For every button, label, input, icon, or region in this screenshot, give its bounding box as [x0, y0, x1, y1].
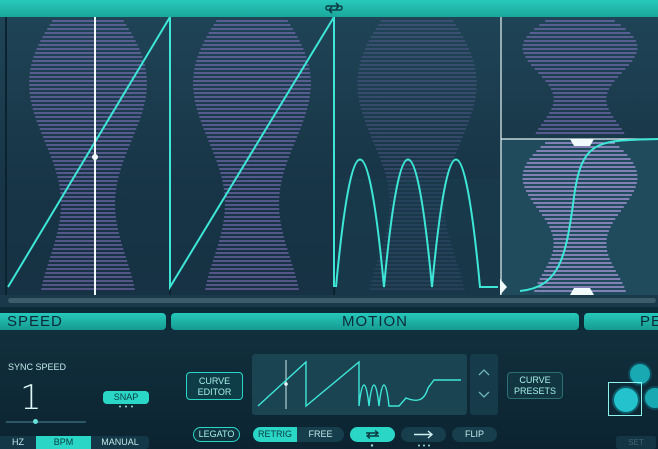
curve-editor-button[interactable]: CURVE EDITOR: [186, 372, 243, 400]
flip-button[interactable]: FLIP: [452, 427, 497, 442]
forward-arrow-icon: [414, 430, 434, 439]
loop-mode-indicator: [370, 444, 374, 447]
forward-mode-button[interactable]: [401, 427, 446, 442]
mode-hz-button[interactable]: HZ: [0, 436, 36, 449]
curve-scroll-panel[interactable]: [470, 354, 498, 415]
free-button[interactable]: FREE: [297, 427, 344, 442]
chevron-up-icon[interactable]: [478, 368, 490, 376]
loop-icon: [365, 429, 380, 440]
loop-arrows-icon[interactable]: [323, 1, 345, 15]
pattern-node-selected[interactable]: [612, 386, 640, 414]
snap-button[interactable]: SNAP: [103, 391, 149, 404]
sync-speed-value[interactable]: 1: [20, 378, 42, 418]
scrollbar-thumb[interactable]: [8, 298, 656, 303]
chevron-down-icon[interactable]: [478, 391, 490, 399]
section-next-header[interactable]: PE: [584, 313, 658, 330]
retrig-button[interactable]: RETRIG: [253, 427, 297, 442]
waveform-display[interactable]: [0, 17, 658, 295]
snap-options-dots-icon[interactable]: [117, 405, 135, 408]
section-speed-header[interactable]: SPEED: [0, 313, 166, 330]
playhead-node: [92, 154, 98, 160]
waveform-canvas: [5, 17, 658, 295]
loop-mode-button[interactable]: [350, 427, 395, 442]
waveform-segment-4: [522, 20, 638, 134]
curve-handle-bottom: [570, 288, 594, 295]
mode-manual-button[interactable]: MANUAL: [91, 436, 149, 449]
curve-handle-top: [570, 139, 594, 146]
legato-button[interactable]: LEGATO: [193, 427, 240, 442]
forward-options-dots-icon[interactable]: [416, 444, 432, 447]
speed-slider-track[interactable]: [6, 421, 86, 423]
speed-slider-knob[interactable]: [33, 419, 38, 424]
sync-speed-label: SYNC SPEED: [8, 362, 67, 372]
curve-preview-graph: [257, 360, 461, 409]
section-motion-header[interactable]: MOTION: [171, 313, 579, 330]
curve-presets-button[interactable]: CURVE PRESETS: [507, 372, 563, 399]
waveform-segment-2: [193, 20, 311, 290]
mode-bpm-button[interactable]: BPM: [36, 436, 91, 449]
set-button[interactable]: SET: [616, 436, 656, 449]
